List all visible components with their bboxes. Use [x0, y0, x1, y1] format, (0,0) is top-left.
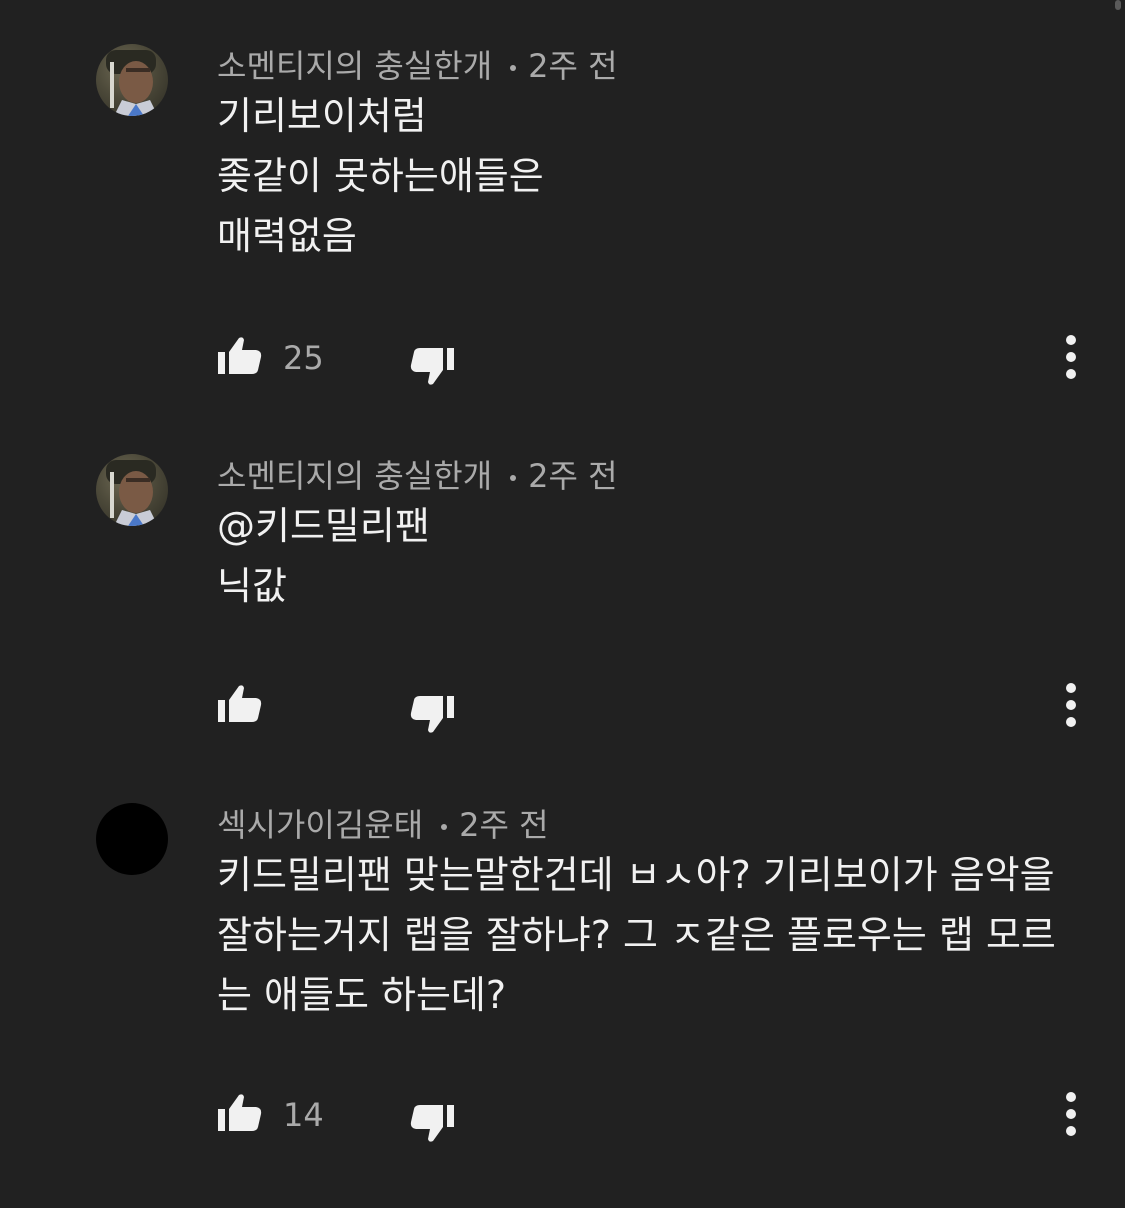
avatar[interactable]	[96, 803, 168, 875]
dislike-button[interactable]	[404, 336, 460, 392]
dislike-button[interactable]	[404, 684, 460, 740]
thumbs-up-icon	[218, 1094, 262, 1131]
like-button[interactable]	[212, 1087, 268, 1143]
comment-text: 키드밀리팬 맞는말한건데 ㅂㅅ아? 기리보이가 음악을 잘하는거지 랩을 잘하냐…	[217, 853, 1056, 1017]
comment-author[interactable]: 소멘티지의 충실한개	[217, 457, 492, 495]
comment-author[interactable]: 소멘티지의 충실한개	[217, 47, 492, 85]
more-options-button[interactable]	[1051, 1087, 1091, 1143]
comment-text: @키드밀리팬 닉값	[217, 504, 430, 608]
separator-dot	[510, 475, 517, 481]
thumbs-down-icon	[410, 696, 454, 733]
comment-time: 2주 전	[528, 457, 618, 495]
comment-actions: 14	[0, 1087, 1125, 1147]
avatar[interactable]	[96, 454, 168, 526]
comment-item: 소멘티지의 충실한개 2주 전 @키드밀리팬 닉값	[0, 454, 1125, 754]
dislike-button[interactable]	[404, 1093, 460, 1149]
more-options-button[interactable]	[1051, 330, 1091, 386]
thumbs-up-icon	[218, 337, 262, 374]
avatar[interactable]	[96, 44, 168, 116]
scrollbar[interactable]	[1115, 0, 1121, 10]
thumbs-down-icon	[410, 1105, 454, 1142]
like-count: 14	[283, 1096, 324, 1134]
more-vert-icon	[1066, 335, 1076, 379]
like-button[interactable]	[212, 330, 268, 386]
comment-meta: 소멘티지의 충실한개 2주 전	[217, 456, 618, 496]
thumbs-up-icon	[218, 685, 262, 722]
comment-item: 섹시가이김윤태 2주 전 키드밀리팬 맞는말한건데 ㅂㅅ아? 기리보이가 음악을 …	[0, 803, 1125, 1163]
more-options-button[interactable]	[1051, 678, 1091, 734]
more-vert-icon	[1066, 683, 1076, 727]
separator-dot	[510, 65, 517, 71]
comment-time: 2주 전	[528, 47, 618, 85]
comment-time: 2주 전	[459, 806, 549, 844]
separator-dot	[441, 824, 448, 830]
like-button[interactable]	[212, 678, 268, 734]
comment-item: 소멘티지의 충실한개 2주 전 기리보이처럼 좆같이 못하는애들은 매력없음 25	[0, 44, 1125, 404]
comment-text: 기리보이처럼 좆같이 못하는애들은 매력없음	[217, 94, 544, 258]
comment-author[interactable]: 섹시가이김윤태	[217, 806, 423, 844]
thumbs-down-icon	[410, 348, 454, 385]
comment-meta: 소멘티지의 충실한개 2주 전	[217, 46, 618, 86]
comment-actions: 25	[0, 330, 1125, 390]
comment-meta: 섹시가이김윤태 2주 전	[217, 805, 549, 845]
comment-actions	[0, 678, 1125, 738]
more-vert-icon	[1066, 1092, 1076, 1136]
like-count: 25	[283, 339, 324, 377]
